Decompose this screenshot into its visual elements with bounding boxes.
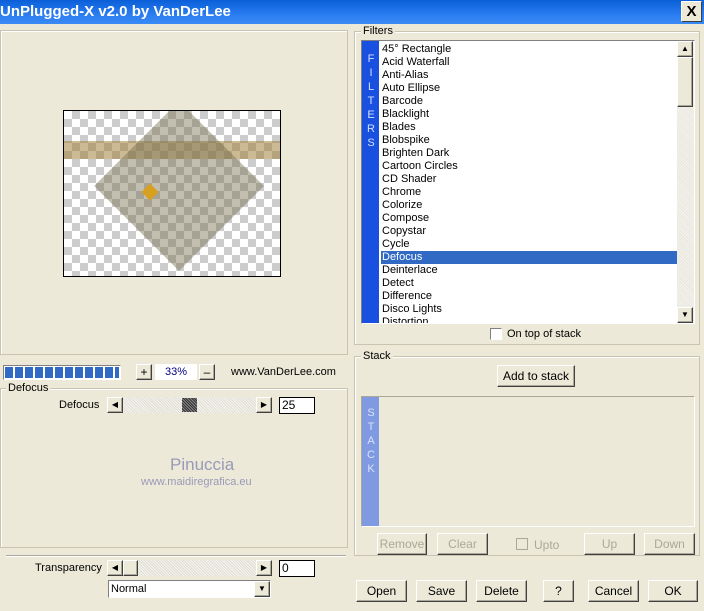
filter-item[interactable]: 45° Rectangle	[381, 43, 677, 56]
filter-item[interactable]: Cycle	[381, 238, 677, 251]
filter-item[interactable]: Blacklight	[381, 108, 677, 121]
clear-button[interactable]: Clear	[437, 533, 488, 555]
defocus-value-input[interactable]: 25	[279, 397, 315, 414]
stack-group-label: Stack	[361, 350, 393, 362]
filter-item[interactable]: Compose	[381, 212, 677, 225]
watermark-url: www.maidiregrafica.eu	[141, 476, 252, 488]
defocus-label: Defocus	[59, 399, 100, 411]
filter-item[interactable]: Barcode	[381, 95, 677, 108]
zoom-value: 33%	[155, 364, 197, 380]
filters-group-label: Filters	[361, 25, 395, 37]
upto-checkbox[interactable]	[516, 538, 528, 550]
slider-thumb[interactable]	[182, 398, 197, 412]
blend-mode-value: Normal	[111, 583, 147, 595]
close-button[interactable]: X	[681, 1, 702, 22]
progress-bar	[3, 365, 121, 380]
scroll-thumb[interactable]	[677, 57, 693, 107]
zoom-in-button[interactable]: +	[136, 364, 152, 380]
filter-item[interactable]: Acid Waterfall	[381, 56, 677, 69]
transparency-slider[interactable]: ◀ ▶	[107, 560, 272, 576]
down-button[interactable]: Down	[644, 533, 695, 555]
slider-right-icon[interactable]: ▶	[256, 397, 272, 413]
filters-strip: FILTERS	[362, 41, 379, 323]
filter-item[interactable]: Disco Lights	[381, 303, 677, 316]
preview-image[interactable]	[63, 110, 281, 277]
filter-item[interactable]: Auto Ellipse	[381, 82, 677, 95]
divider	[6, 555, 346, 557]
delete-button[interactable]: Delete	[476, 580, 527, 602]
blend-mode-select[interactable]: Normal ▼	[108, 580, 271, 598]
website-link[interactable]: www.VanDerLee.com	[231, 366, 336, 378]
ok-button[interactable]: OK	[648, 580, 698, 602]
slider-left-icon[interactable]: ◀	[107, 397, 123, 413]
filter-item[interactable]: Deinterlace	[381, 264, 677, 277]
add-to-stack-button[interactable]: Add to stack	[497, 365, 575, 387]
slider-right-icon[interactable]: ▶	[256, 560, 272, 576]
zoom-out-button[interactable]: –	[199, 364, 215, 380]
cancel-button[interactable]: Cancel	[588, 580, 639, 602]
filter-item[interactable]: Distortion	[381, 316, 677, 323]
window-title: UnPlugged-X v2.0 by VanDerLee	[0, 3, 231, 20]
filters-scrollbar[interactable]: ▲ ▼	[677, 41, 694, 323]
transparency-label: Transparency	[35, 562, 102, 574]
slider-left-icon[interactable]: ◀	[107, 560, 123, 576]
open-button[interactable]: Open	[356, 580, 407, 602]
filter-item[interactable]: Chrome	[381, 186, 677, 199]
filter-item[interactable]: CD Shader	[381, 173, 677, 186]
watermark-name: Pinuccia	[170, 455, 235, 474]
on-top-checkbox[interactable]	[490, 328, 502, 340]
defocus-slider[interactable]: ◀ ▶	[107, 397, 272, 413]
title-bar: UnPlugged-X v2.0 by VanDerLee	[0, 0, 704, 24]
filter-item[interactable]: Blades	[381, 121, 677, 134]
on-top-label: On top of stack	[507, 328, 581, 340]
filter-item[interactable]: Brighten Dark	[381, 147, 677, 160]
stack-list[interactable]: STACK	[361, 396, 695, 527]
scroll-up-icon[interactable]: ▲	[677, 41, 693, 57]
filter-item[interactable]: Defocus	[381, 251, 677, 264]
transparency-value-input[interactable]: 0	[279, 560, 315, 577]
save-button[interactable]: Save	[416, 580, 467, 602]
filter-item[interactable]: Blobspike	[381, 134, 677, 147]
filter-item[interactable]: Difference	[381, 290, 677, 303]
filter-item[interactable]: Anti-Alias	[381, 69, 677, 82]
chevron-down-icon[interactable]: ▼	[254, 581, 270, 597]
filter-item[interactable]: Colorize	[381, 199, 677, 212]
params-group-label: Defocus	[6, 382, 51, 394]
scroll-down-icon[interactable]: ▼	[677, 307, 693, 323]
filter-item[interactable]: Cartoon Circles	[381, 160, 677, 173]
remove-button[interactable]: Remove	[377, 533, 427, 555]
filter-item[interactable]: Copystar	[381, 225, 677, 238]
up-button[interactable]: Up	[584, 533, 635, 555]
upto-label: Upto	[534, 538, 560, 552]
stack-strip: STACK	[362, 397, 379, 526]
slider-thumb[interactable]	[123, 560, 138, 576]
help-button[interactable]: ?	[543, 580, 574, 602]
filter-item[interactable]: Detect	[381, 277, 677, 290]
filters-list[interactable]: FILTERS 45° Rectangle Acid Waterfall Anti-…	[361, 40, 695, 324]
